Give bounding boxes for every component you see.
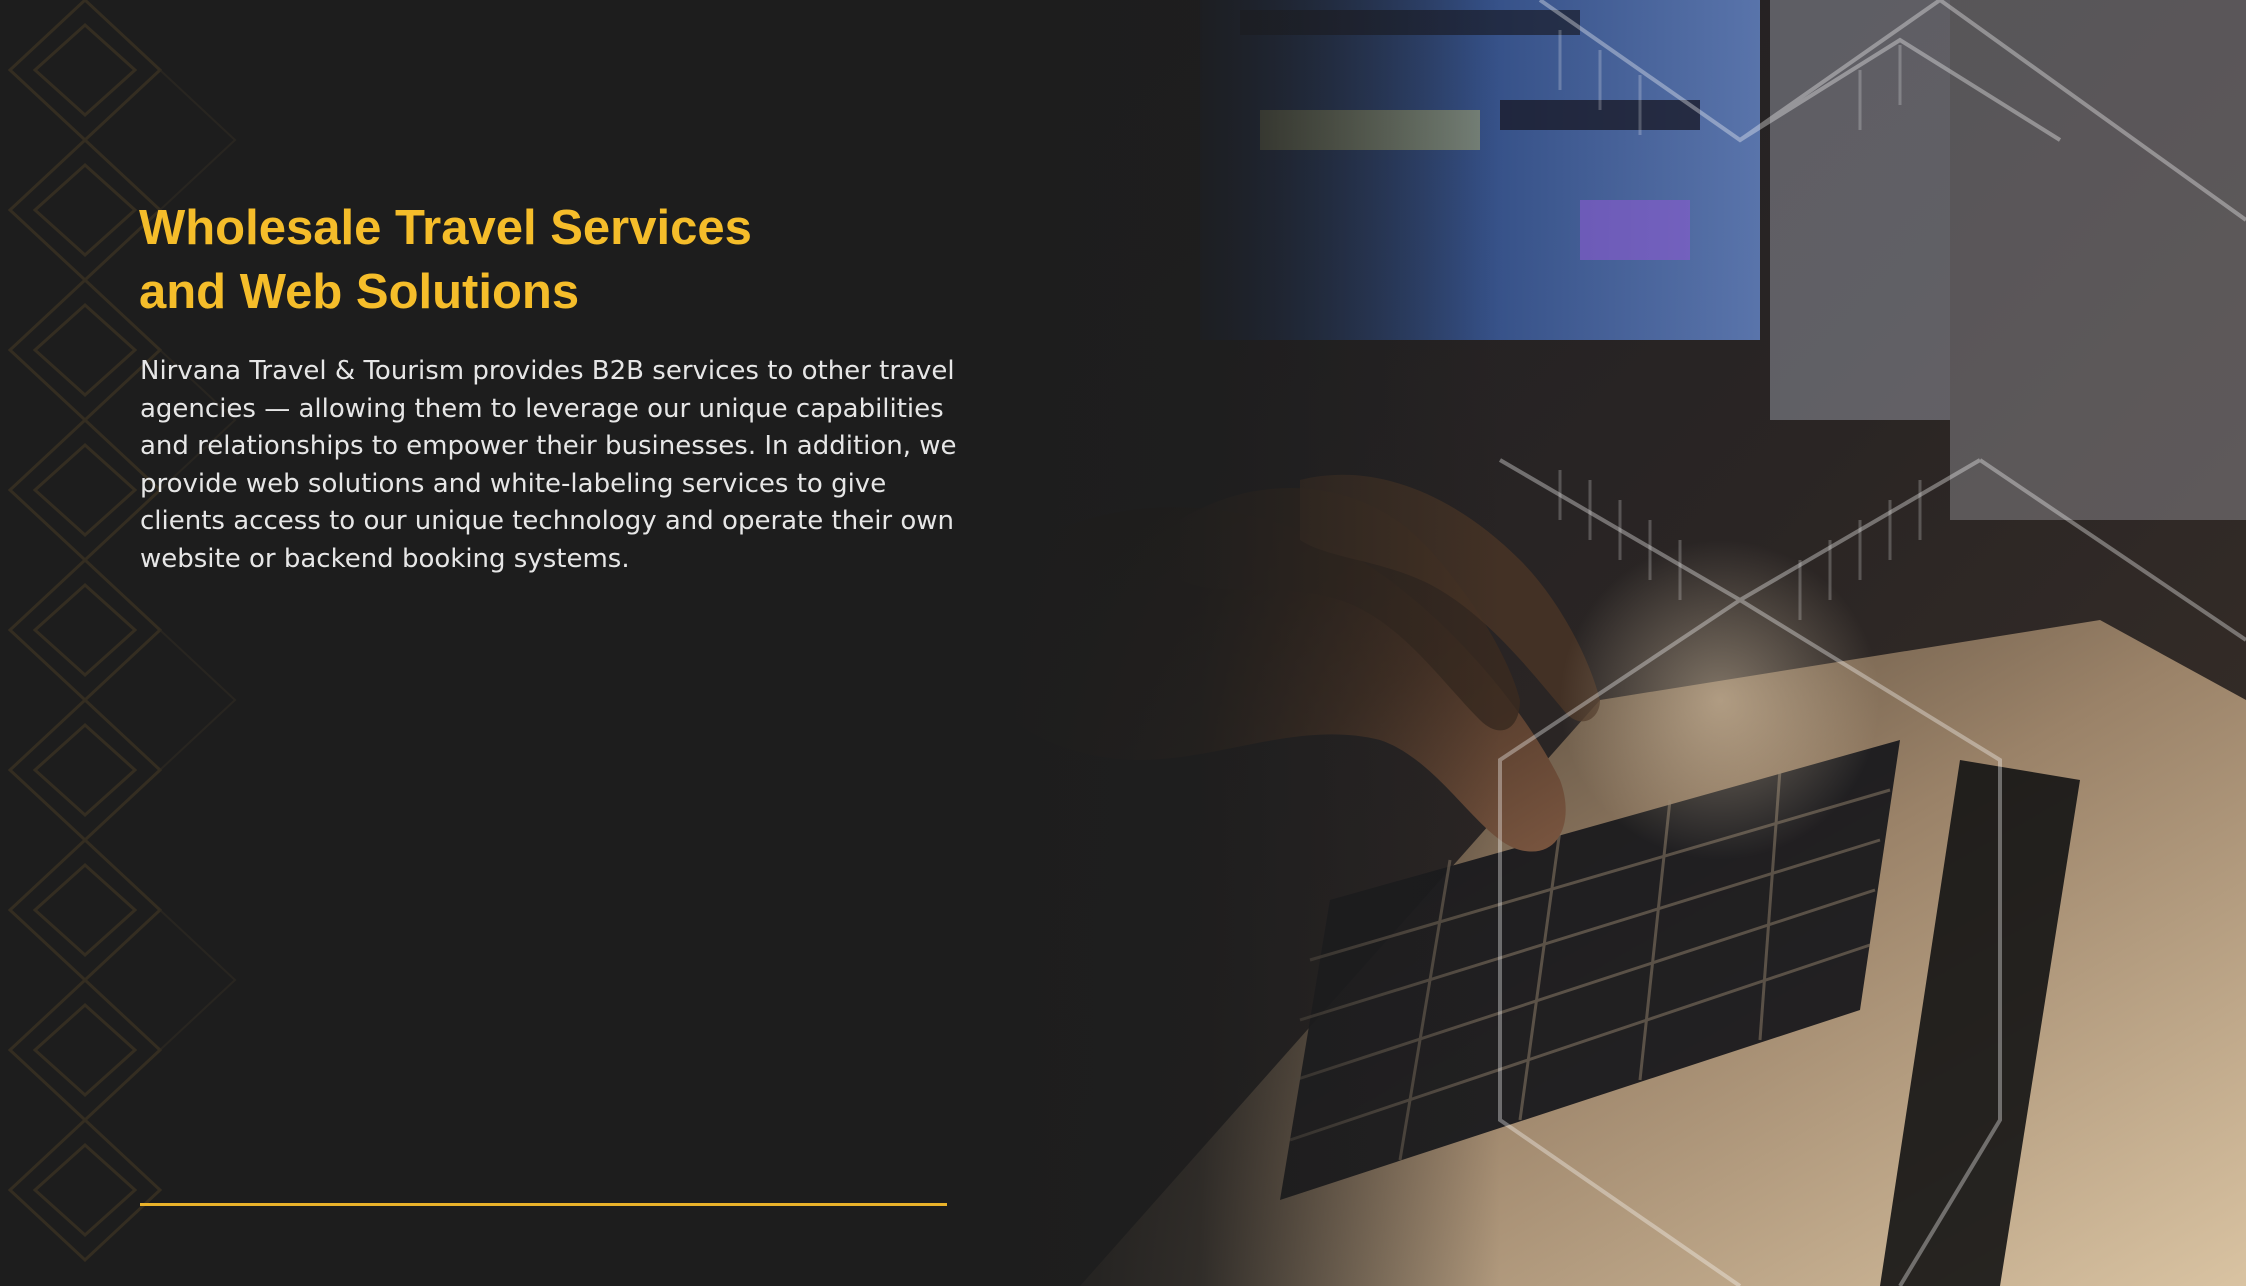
accent-divider xyxy=(140,1203,947,1206)
photo-fade-overlay xyxy=(1000,0,1500,1286)
page-title: Wholesale Travel Services and Web Soluti… xyxy=(139,196,939,324)
title-line-1: Wholesale Travel Services xyxy=(139,201,752,255)
slide: Wholesale Travel Services and Web Soluti… xyxy=(0,0,2246,1286)
description-paragraph: Nirvana Travel & Tourism provides B2B se… xyxy=(140,356,957,574)
diamond-pattern-decoration xyxy=(7,0,237,1263)
title-line-2: and Web Solutions xyxy=(139,265,580,319)
